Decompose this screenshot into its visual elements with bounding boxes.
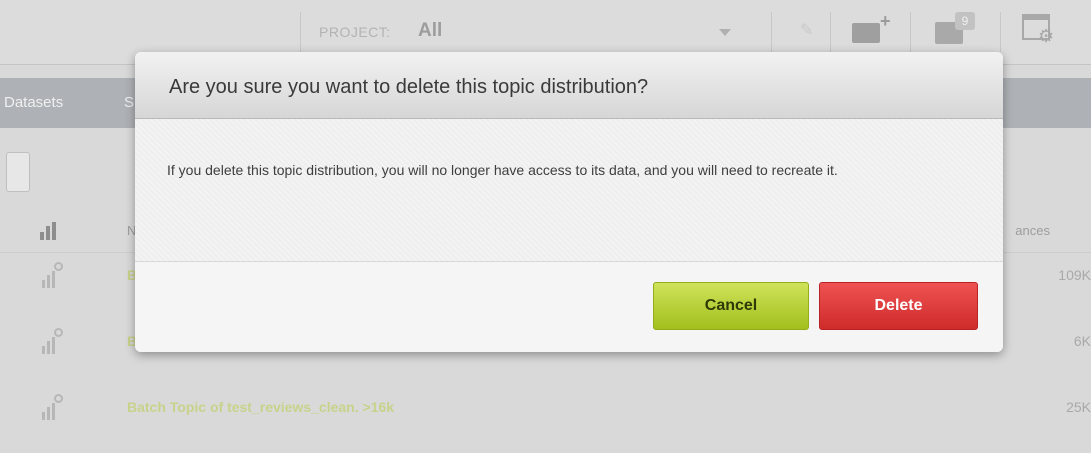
dialog-footer: Cancel Delete bbox=[135, 262, 1003, 352]
dialog-header: Are you sure you want to delete this top… bbox=[135, 52, 1003, 119]
column-instances-header[interactable]: ances bbox=[1015, 223, 1050, 238]
project-value: All bbox=[418, 20, 443, 41]
nav-item-datasets[interactable]: Datasets bbox=[4, 94, 63, 111]
project-settings-icon[interactable]: ⚙ bbox=[1022, 14, 1056, 46]
toolbar-divider bbox=[1000, 12, 1001, 52]
row-instances: 25K bbox=[1066, 399, 1091, 415]
filter-button[interactable] bbox=[6, 152, 30, 192]
toolbar-divider bbox=[830, 12, 831, 52]
topic-distribution-icon bbox=[42, 262, 66, 288]
row-instances: 6K bbox=[1073, 333, 1091, 349]
nav-item-partial[interactable]: S bbox=[124, 94, 134, 111]
new-project-icon[interactable]: + bbox=[852, 11, 891, 43]
project-label: PROJECT: bbox=[319, 24, 391, 40]
folder-count-badge: 9 bbox=[955, 12, 975, 30]
topic-distribution-icon bbox=[42, 394, 66, 420]
delete-confirmation-dialog: Are you sure you want to delete this top… bbox=[135, 52, 1003, 352]
row-name[interactable]: Batch Topic of test_reviews_clean. >16k bbox=[127, 399, 394, 415]
delete-button[interactable]: Delete bbox=[819, 282, 978, 330]
pencil-icon[interactable]: ✎ bbox=[800, 20, 813, 40]
table-row[interactable]: Batch Topic of test_reviews_clean. >16k … bbox=[0, 384, 1091, 430]
chevron-down-icon[interactable] bbox=[719, 29, 731, 36]
toolbar-divider bbox=[910, 12, 911, 52]
bar-chart-icon bbox=[40, 222, 58, 240]
project-selector[interactable]: PROJECT: All bbox=[300, 12, 772, 52]
dialog-title: Are you sure you want to delete this top… bbox=[169, 76, 649, 98]
cancel-button[interactable]: Cancel bbox=[653, 282, 809, 330]
dialog-message: If you delete this topic distribution, y… bbox=[167, 162, 838, 178]
topic-distribution-icon bbox=[42, 328, 66, 354]
dialog-body: If you delete this topic distribution, y… bbox=[135, 119, 1003, 262]
projects-folder-icon[interactable]: 9 bbox=[935, 12, 979, 44]
row-instances: 109K bbox=[1058, 267, 1091, 283]
